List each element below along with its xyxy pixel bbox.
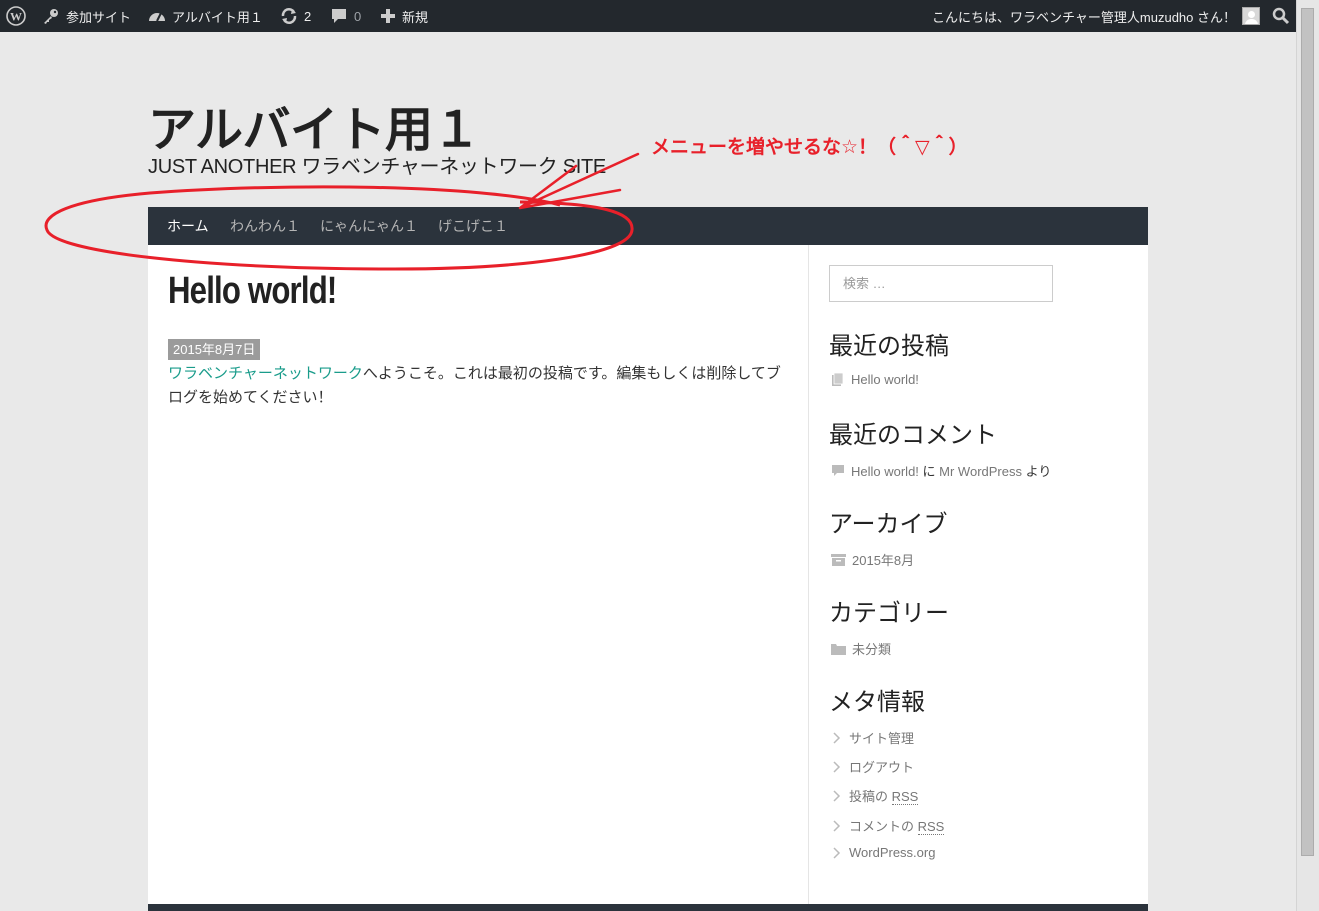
chevron-right-icon [833, 760, 841, 773]
comments-rss-abbr[interactable]: RSS [917, 819, 945, 835]
chevron-right-icon [833, 789, 841, 802]
post-title[interactable]: Hello world! [168, 270, 337, 313]
post-date[interactable]: 2015年8月7日 [168, 339, 261, 360]
comments-menu[interactable]: 0 [330, 0, 361, 32]
footer-bar [148, 904, 1148, 911]
recent-post-link[interactable]: Hello world! [851, 372, 919, 387]
site-name-label: アルバイト用１ [172, 9, 263, 25]
plus-icon [381, 9, 395, 23]
wordpress-org-link[interactable]: WordPress.org [849, 845, 935, 860]
meta-item-posts-rss[interactable]: 投稿の RSS [831, 786, 919, 805]
logout-link[interactable]: ログアウト [849, 757, 914, 776]
document-icon [832, 372, 844, 386]
category-item[interactable]: 未分類 [831, 639, 891, 658]
search-input[interactable] [829, 265, 1053, 302]
comments-count: 0 [354, 8, 362, 24]
greeting-text: こんにちは、ワラベンチャー管理人muzudho さん！ [932, 9, 1236, 25]
archive-link[interactable]: 2015年8月 [852, 550, 914, 569]
recent-post-item[interactable]: Hello world! [831, 372, 919, 387]
archive-box-icon [831, 553, 846, 566]
key-icon [44, 9, 58, 24]
categories-title: カテゴリー [829, 600, 949, 627]
meta-title: メタ情報 [829, 689, 925, 716]
primary-navigation: ホーム わんわん１ にゃんにゃん１ げこげこ１ [148, 207, 1148, 245]
comment-from-text: より [1021, 464, 1052, 479]
archive-item[interactable]: 2015年8月 [831, 550, 914, 569]
my-sites-menu[interactable]: 参加サイト [42, 0, 131, 32]
comment-author-link[interactable]: Mr WordPress [939, 464, 1022, 479]
folder-icon [831, 643, 846, 655]
chevron-right-icon [833, 819, 841, 832]
nav-item-home[interactable]: ホーム [167, 207, 209, 245]
site-name-menu[interactable]: アルバイト用１ [148, 0, 263, 32]
archives-title: アーカイブ [829, 511, 948, 538]
page-scrollbar[interactable] [1296, 0, 1319, 911]
updates-menu[interactable]: 2 [280, 0, 311, 32]
posts-rss-prefix[interactable]: 投稿の [849, 789, 892, 804]
site-admin-link[interactable]: サイト管理 [849, 728, 914, 747]
recent-comment-item: Hello world! に Mr WordPress より [831, 461, 1051, 480]
network-link[interactable]: ワラベンチャーネットワーク [168, 365, 363, 382]
meta-item-logout[interactable]: ログアウト [831, 757, 914, 776]
account-menu[interactable]: こんにちは、ワラベンチャー管理人muzudho さん！ [932, 0, 1260, 32]
nav-item-wanwan[interactable]: わんわん１ [230, 207, 300, 245]
scrollbar-thumb[interactable] [1301, 8, 1314, 856]
recent-comments-title: 最近のコメント [829, 422, 997, 449]
recent-posts-title: 最近の投稿 [829, 333, 949, 360]
comment-post-link[interactable]: Hello world! [851, 464, 919, 479]
site-description: JUST ANOTHER ワラベンチャーネットワーク SITE [148, 156, 606, 178]
content-area [148, 245, 1148, 911]
annotation-text: メニューを増やせるな☆！（＾▽＾） [651, 137, 968, 158]
search-icon [1272, 7, 1290, 25]
nav-item-nyannyan[interactable]: にゃんにゃん１ [320, 207, 418, 245]
comments-rss-prefix[interactable]: コメントの [849, 819, 918, 834]
dashboard-icon [149, 12, 165, 22]
updates-icon [281, 8, 297, 24]
avatar [1242, 7, 1260, 25]
meta-item-site-admin[interactable]: サイト管理 [831, 728, 914, 747]
updates-count: 2 [304, 8, 312, 24]
post-content: ワラベンチャーネットワークへようこそ。これは最初の投稿です。編集もしくは削除して… [168, 362, 788, 410]
meta-item-wordpress-org[interactable]: WordPress.org [831, 845, 935, 860]
wordpress-logo-icon[interactable]: W [6, 0, 26, 32]
posts-rss-abbr[interactable]: RSS [891, 789, 919, 805]
chevron-right-icon [833, 731, 841, 744]
chevron-right-icon [833, 846, 841, 859]
admin-bar: W 参加サイト アルバイト用１ 2 0 新規 こんにちは、ワラベンチャー管理人m… [0, 0, 1296, 32]
nav-item-gekogeko[interactable]: げこげこ１ [438, 207, 508, 245]
new-content-menu[interactable]: 新規 [380, 0, 428, 32]
search-toggle[interactable] [1272, 0, 1290, 32]
my-sites-label: 参加サイト [66, 9, 132, 25]
sidebar-divider [808, 245, 809, 905]
comment-on-text: に [918, 464, 940, 479]
comment-bubble-icon [332, 9, 346, 23]
category-link[interactable]: 未分類 [852, 639, 891, 658]
meta-item-comments-rss[interactable]: コメントの RSS [831, 816, 945, 835]
comment-icon [832, 464, 844, 476]
svg-text:W: W [10, 10, 22, 24]
new-label: 新規 [402, 9, 429, 25]
